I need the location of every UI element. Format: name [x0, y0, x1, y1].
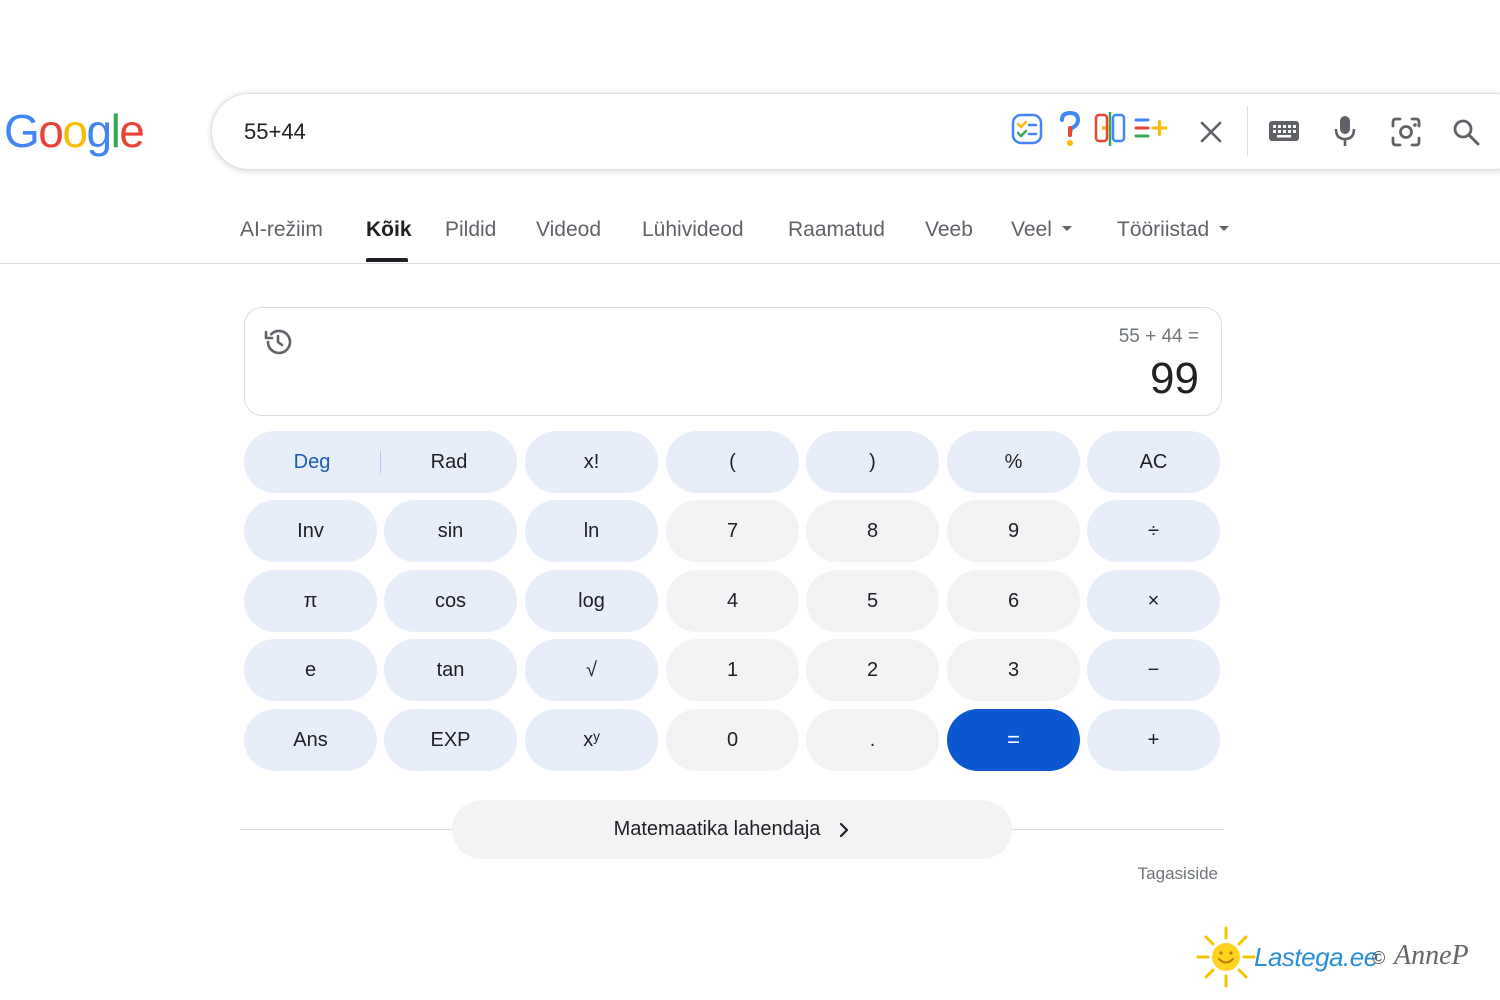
calc-result: 99: [1150, 354, 1199, 403]
question-app-icon[interactable]: [1058, 110, 1082, 148]
digit-4-button[interactable]: 4: [666, 570, 799, 632]
digit-1-button[interactable]: 1: [666, 639, 799, 701]
square-root-button[interactable]: √: [525, 639, 658, 701]
watermark-brand: Lastega.ee: [1254, 942, 1378, 972]
google-logo[interactable]: Google: [4, 104, 145, 158]
logo-letter: g: [86, 105, 112, 157]
exponent-button[interactable]: EXP: [384, 709, 517, 771]
digit-0-button[interactable]: 0: [666, 709, 799, 771]
decimal-button[interactable]: .: [806, 709, 939, 771]
divider-right: [1012, 829, 1224, 830]
dropdown-arrow-icon: [1061, 226, 1072, 232]
digit-2-button[interactable]: 2: [806, 639, 939, 701]
tab-web[interactable]: Veeb: [925, 218, 973, 242]
tab-tools[interactable]: Tööriistad: [1117, 218, 1230, 242]
answer-button[interactable]: Ans: [244, 709, 377, 771]
search-input[interactable]: [242, 116, 966, 148]
math-solver-button[interactable]: Matemaatika lahendaja: [452, 800, 1012, 859]
tab-books[interactable]: Raamatud: [788, 218, 885, 242]
search-divider: [1247, 106, 1248, 156]
sine-button[interactable]: sin: [384, 500, 517, 562]
factorial-button[interactable]: x!: [525, 431, 658, 493]
euler-button[interactable]: e: [244, 639, 377, 701]
equals-button[interactable]: =: [947, 709, 1080, 771]
tangent-button[interactable]: tan: [384, 639, 517, 701]
all-clear-button[interactable]: AC: [1087, 431, 1220, 493]
logo-letter: o: [38, 105, 64, 157]
multiply-button[interactable]: ×: [1087, 570, 1220, 632]
sun-logo-icon: [1196, 926, 1256, 988]
digit-6-button[interactable]: 6: [947, 570, 1080, 632]
calculator-display: 55 + 44 = 99: [244, 307, 1222, 416]
tab-short-videos[interactable]: Lühivideod: [642, 218, 744, 242]
math-solver-label: Matemaatika lahendaja: [613, 818, 821, 840]
close-icon[interactable]: [1199, 120, 1223, 144]
logo-letter: e: [119, 105, 145, 157]
logo-letter: G: [4, 105, 40, 157]
tasks-app-icon[interactable]: [1010, 112, 1044, 146]
search-tabs: AI-režiim Kõik Pildid Videod Lühivideod …: [0, 200, 1500, 264]
degrees-button[interactable]: Deg: [244, 431, 380, 493]
add-list-app-icon[interactable]: [1134, 114, 1168, 144]
digit-8-button[interactable]: 8: [806, 500, 939, 562]
radians-button[interactable]: Rad: [381, 431, 517, 493]
digit-5-button[interactable]: 5: [806, 570, 939, 632]
open-paren-button[interactable]: (: [666, 431, 799, 493]
add-button[interactable]: +: [1087, 709, 1220, 771]
compare-app-icon[interactable]: [1094, 111, 1126, 147]
keyboard-icon[interactable]: [1268, 119, 1300, 143]
watermark: Lastega.ee © AnneP: [1196, 924, 1496, 990]
cosine-button[interactable]: cos: [384, 570, 517, 632]
tab-ai-mode[interactable]: AI-režiim: [240, 218, 323, 242]
tab-tools-label: Tööriistad: [1117, 218, 1210, 241]
calc-expression: 55 + 44 =: [1118, 326, 1199, 347]
digit-7-button[interactable]: 7: [666, 500, 799, 562]
angle-mode-toggle[interactable]: Deg Rad: [244, 431, 517, 493]
pi-button[interactable]: π: [244, 570, 377, 632]
subtract-button[interactable]: −: [1087, 639, 1220, 701]
percent-button[interactable]: %: [947, 431, 1080, 493]
logo-letter: l: [110, 105, 121, 157]
tab-videos[interactable]: Videod: [536, 218, 601, 242]
search-icon[interactable]: [1452, 118, 1480, 146]
history-icon[interactable]: [262, 326, 294, 358]
digit-3-button[interactable]: 3: [947, 639, 1080, 701]
feedback-link[interactable]: Tagasiside: [1138, 864, 1218, 884]
natural-log-button[interactable]: ln: [525, 500, 658, 562]
chevron-right-icon: [840, 822, 849, 837]
tab-all[interactable]: Kõik: [366, 218, 412, 242]
divider-left: [240, 829, 452, 830]
logo-letter: o: [62, 105, 88, 157]
tab-more[interactable]: Veel: [1011, 218, 1072, 242]
microphone-icon[interactable]: [1334, 114, 1356, 148]
tab-more-label: Veel: [1011, 218, 1052, 241]
power-button[interactable]: xʸ: [525, 709, 658, 771]
search-box: [211, 93, 1500, 170]
lens-camera-icon[interactable]: [1390, 116, 1422, 148]
tab-images[interactable]: Pildid: [445, 218, 496, 242]
log-button[interactable]: log: [525, 570, 658, 632]
copyright-symbol: ©: [1372, 948, 1386, 968]
divide-button[interactable]: ÷: [1087, 500, 1220, 562]
digit-9-button[interactable]: 9: [947, 500, 1080, 562]
dropdown-arrow-icon: [1219, 226, 1230, 232]
active-tab-indicator: [366, 258, 408, 262]
watermark-author: AnneP: [1394, 940, 1469, 971]
inverse-button[interactable]: Inv: [244, 500, 377, 562]
close-paren-button[interactable]: ): [806, 431, 939, 493]
